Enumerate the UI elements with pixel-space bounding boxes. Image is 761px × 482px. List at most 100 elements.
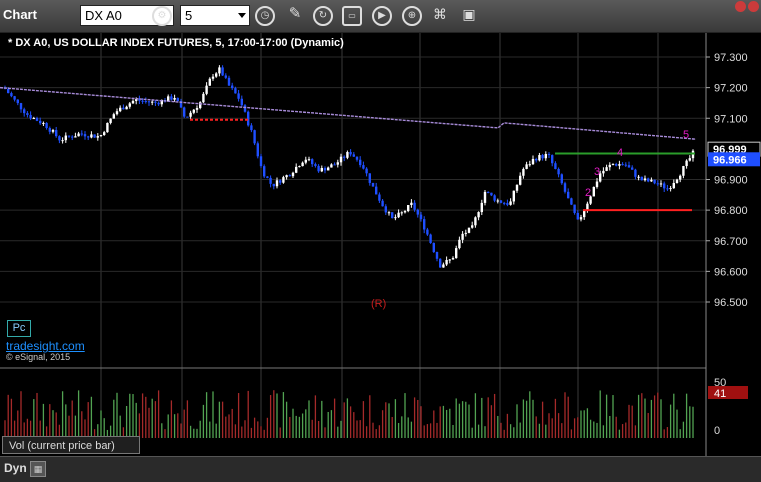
plot-area	[0, 33, 706, 368]
candle-body	[269, 177, 272, 184]
candle-body	[464, 232, 467, 234]
settings-icon[interactable]: ▦	[30, 461, 46, 477]
candle-body	[275, 180, 279, 187]
candle-body	[448, 259, 451, 261]
candle-body	[58, 136, 61, 141]
interval-select[interactable]: 5	[180, 5, 250, 26]
candle-body	[439, 258, 442, 268]
refresh-icon[interactable]: ↻	[313, 6, 333, 26]
candle-body	[19, 103, 23, 110]
candle-body	[602, 170, 605, 174]
candle-body	[480, 202, 483, 213]
candle-body	[128, 103, 131, 107]
interval-value: 5	[185, 8, 193, 23]
candle-body	[16, 99, 19, 104]
candle-body	[192, 109, 195, 113]
candle-body	[653, 179, 656, 184]
candle-body	[202, 93, 205, 103]
candle-body	[423, 219, 426, 230]
candle-body	[301, 162, 304, 167]
candle-body	[541, 155, 544, 159]
candle-body	[416, 209, 419, 215]
candle-body	[445, 260, 448, 265]
link-icon[interactable]: ⌘	[430, 6, 450, 26]
candle-body	[90, 134, 93, 138]
candle-body	[291, 172, 295, 177]
candle-body	[285, 175, 288, 178]
candle-body	[493, 195, 496, 201]
candle-body	[170, 96, 173, 100]
candle-body	[147, 101, 151, 103]
candle-body	[467, 227, 471, 233]
candle-body	[7, 88, 10, 94]
price-tick-label: 96.800	[714, 205, 748, 217]
candle-body	[506, 203, 509, 205]
pc-badge[interactable]: Pc	[7, 320, 31, 337]
candle-body	[333, 164, 336, 166]
candle-body	[173, 98, 176, 100]
candle-body	[109, 118, 112, 123]
candle-body	[579, 217, 583, 220]
price-tick-label: 96.700	[714, 236, 748, 248]
candle-body	[458, 239, 461, 249]
candle-body	[442, 264, 445, 268]
price-tick-label: 97.300	[714, 52, 748, 64]
candle-body	[474, 217, 477, 226]
candle-body	[99, 135, 103, 137]
save-icon[interactable]: ▭	[342, 6, 362, 26]
candle-body	[531, 158, 535, 165]
candle-body	[515, 184, 519, 191]
candle-body	[349, 152, 352, 155]
candle-body	[186, 116, 189, 118]
candle-body	[64, 135, 67, 141]
candle-body	[237, 93, 240, 99]
count-4: 4	[617, 147, 623, 159]
price-tick-label: 97.200	[714, 83, 748, 95]
price-chart[interactable]: 97.300 97.200 97.100 96.900 96.800 96.700 96.6…	[0, 33, 761, 481]
candle-body	[391, 212, 394, 219]
candle-body	[32, 118, 35, 120]
candle-body	[375, 186, 378, 195]
candle-body	[685, 160, 688, 167]
candle-body	[551, 155, 554, 164]
candle-body	[263, 166, 266, 177]
candle-body	[394, 217, 397, 219]
candle-body	[496, 200, 499, 202]
dyn-label[interactable]: Dyn	[4, 461, 27, 475]
candle-body	[23, 109, 26, 114]
candle-body	[618, 164, 621, 166]
candle-body	[279, 180, 282, 183]
candle-body	[125, 106, 128, 110]
candle-body	[71, 136, 74, 138]
candle-body	[471, 225, 474, 228]
camera-icon[interactable]: ▣	[459, 6, 479, 26]
maximize-window-icon[interactable]	[748, 1, 759, 12]
candle-body	[487, 191, 490, 193]
candle-body	[573, 204, 576, 213]
candle-body	[637, 176, 640, 178]
gear-icon[interactable]: ⚙	[152, 6, 172, 26]
zoom-icon[interactable]: ⊕	[402, 6, 422, 26]
candle-body	[295, 166, 298, 173]
tradesight-link[interactable]: tradesight.com	[6, 339, 85, 353]
candle-body	[461, 233, 464, 240]
candle-body	[327, 167, 330, 171]
play-icon[interactable]: ▶	[372, 6, 392, 26]
candle-body	[688, 158, 691, 161]
candle-body	[288, 175, 291, 177]
candle-body	[429, 234, 432, 243]
candle-body	[381, 200, 384, 207]
candle-body	[240, 98, 243, 106]
candle-body	[282, 177, 285, 183]
volume-study-label[interactable]: Vol (current price bar)	[2, 436, 140, 454]
clock-icon[interactable]: ◷	[255, 6, 275, 26]
candle-body	[208, 78, 211, 86]
candle-body	[317, 165, 320, 172]
candle-body	[557, 168, 560, 175]
candle-body	[336, 162, 339, 165]
candle-body	[13, 96, 16, 100]
candle-body	[323, 168, 327, 171]
candle-body	[51, 130, 55, 132]
pencil-icon[interactable]: ✎	[285, 6, 305, 26]
close-window-icon[interactable]	[735, 1, 746, 12]
